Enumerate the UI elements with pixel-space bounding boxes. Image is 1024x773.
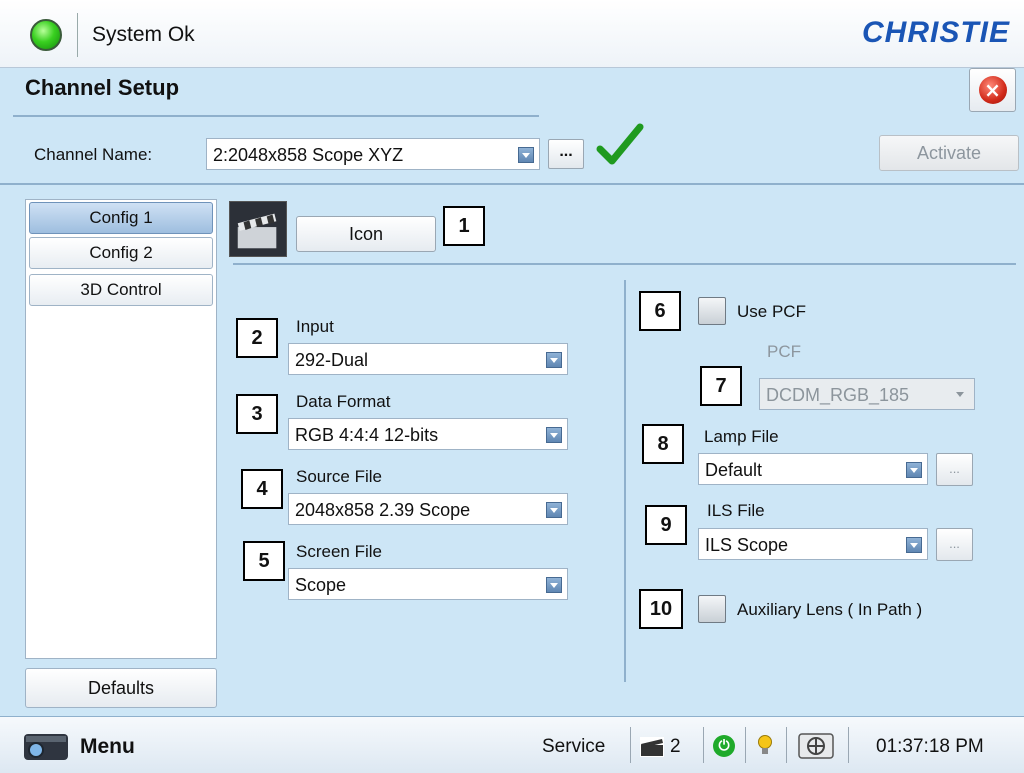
tab-3d-control[interactable]: 3D Control: [29, 274, 213, 306]
divider: [233, 263, 1016, 265]
chevron-down-icon[interactable]: [906, 462, 922, 478]
channel-name-select[interactable]: 2:2048x858 Scope XYZ: [206, 138, 540, 170]
callout-10: 10: [639, 589, 683, 629]
data-format-label: Data Format: [296, 392, 391, 411]
screen-file-value: Scope: [295, 575, 347, 595]
pcf-value: DCDM_RGB_185: [766, 385, 910, 405]
source-file-value: 2048x858 2.39 Scope: [295, 500, 471, 520]
lamp-file-label: Lamp File: [704, 427, 779, 446]
lamp-file-browse-button[interactable]: ...: [936, 453, 973, 486]
auxiliary-lens-label: Auxiliary Lens ( In Path ): [737, 600, 923, 619]
pcf-select[interactable]: DCDM_RGB_185: [759, 378, 975, 410]
chevron-down-icon: [953, 387, 969, 403]
callout-4: 4: [241, 469, 283, 509]
icon-button[interactable]: Icon: [296, 216, 436, 252]
input-value: 292-Dual: [295, 350, 369, 370]
tab-config-2[interactable]: Config 2: [29, 237, 213, 269]
data-format-value: RGB 4:4:4 12-bits: [295, 425, 439, 445]
callout-7: 7: [700, 366, 742, 406]
callout-6: 6: [639, 291, 681, 331]
divider: [624, 280, 626, 682]
config-tab-list: Config 1 Config 2 3D Control: [25, 199, 217, 659]
channel-more-button[interactable]: ...: [548, 139, 584, 169]
lamp-file-value: Default: [705, 460, 763, 480]
use-pcf-checkbox[interactable]: [698, 297, 726, 325]
clapperboard-icon: [640, 737, 664, 757]
defaults-button[interactable]: Defaults: [25, 668, 217, 708]
ellipsis-icon: ...: [949, 536, 960, 551]
pcf-label: PCF: [767, 342, 801, 361]
tab-config-1[interactable]: Config 1: [29, 202, 213, 234]
divider: [848, 727, 849, 763]
source-file-select[interactable]: 2048x858 2.39 Scope: [288, 493, 568, 525]
service-label[interactable]: Service: [542, 736, 605, 758]
divider: [0, 183, 1024, 185]
screen-file-label: Screen File: [296, 542, 382, 561]
chevron-down-icon[interactable]: [546, 427, 562, 443]
ils-file-label: ILS File: [707, 501, 765, 520]
lamp-file-select[interactable]: Default: [698, 453, 928, 485]
callout-9: 9: [645, 505, 687, 545]
ils-file-value: ILS Scope: [705, 535, 789, 555]
divider: [77, 13, 78, 57]
channel-name-value: 2:2048x858 Scope XYZ: [213, 145, 404, 165]
chevron-down-icon[interactable]: [518, 147, 534, 163]
page-title: Channel Setup: [25, 75, 180, 100]
clapperboard-icon[interactable]: [229, 201, 287, 257]
divider: [703, 727, 704, 763]
activate-button[interactable]: Activate: [879, 135, 1019, 171]
divider: [630, 727, 631, 763]
screen-file-select[interactable]: Scope: [288, 568, 568, 600]
chevron-down-icon[interactable]: [546, 577, 562, 593]
ils-file-select[interactable]: ILS Scope: [698, 528, 928, 560]
chevron-down-icon[interactable]: [906, 537, 922, 553]
clock-time: 01:37:18 PM: [876, 736, 984, 757]
channel-name-label: Channel Name:: [34, 145, 153, 164]
cooling-fan-icon[interactable]: [797, 732, 835, 760]
lamp-bulb-icon[interactable]: [757, 734, 773, 758]
input-select[interactable]: 292-Dual: [288, 343, 568, 375]
source-file-label: Source File: [296, 467, 382, 486]
close-icon: ×: [978, 76, 1007, 104]
use-pcf-label: Use PCF: [737, 302, 806, 321]
status-bar: System Ok CHRISTIE: [0, 0, 1024, 68]
chevron-down-icon[interactable]: [546, 352, 562, 368]
power-icon[interactable]: ⏻: [713, 735, 735, 757]
callout-3: 3: [236, 394, 278, 434]
ils-file-browse-button[interactable]: ...: [936, 528, 973, 561]
callout-8: 8: [642, 424, 684, 464]
projector-menu-icon[interactable]: [20, 726, 72, 764]
callout-2: 2: [236, 318, 278, 358]
divider: [786, 727, 787, 763]
status-led-icon: [30, 19, 62, 51]
input-label: Input: [296, 317, 334, 336]
data-format-select[interactable]: RGB 4:4:4 12-bits: [288, 418, 568, 450]
auxiliary-lens-checkbox[interactable]: [698, 595, 726, 623]
menu-button[interactable]: Menu: [80, 735, 135, 759]
brand-logo: CHRISTIE: [861, 16, 1010, 49]
chevron-down-icon[interactable]: [546, 502, 562, 518]
divider: [745, 727, 746, 763]
ellipsis-icon: ...: [559, 143, 573, 160]
divider: [13, 115, 539, 117]
close-button[interactable]: ×: [969, 68, 1016, 112]
callout-5: 5: [243, 541, 285, 581]
checkmark-icon: [596, 123, 644, 165]
ellipsis-icon: ...: [949, 461, 960, 476]
channel-setup-panel: Channel Setup × Channel Name: 2:2048x858…: [0, 68, 1024, 716]
channel-count: 2: [670, 736, 681, 757]
status-text: System Ok: [92, 23, 195, 46]
callout-1: 1: [443, 206, 485, 246]
bottom-bar: Menu Service 2 ⏻ 01:37:18 PM: [0, 716, 1024, 773]
